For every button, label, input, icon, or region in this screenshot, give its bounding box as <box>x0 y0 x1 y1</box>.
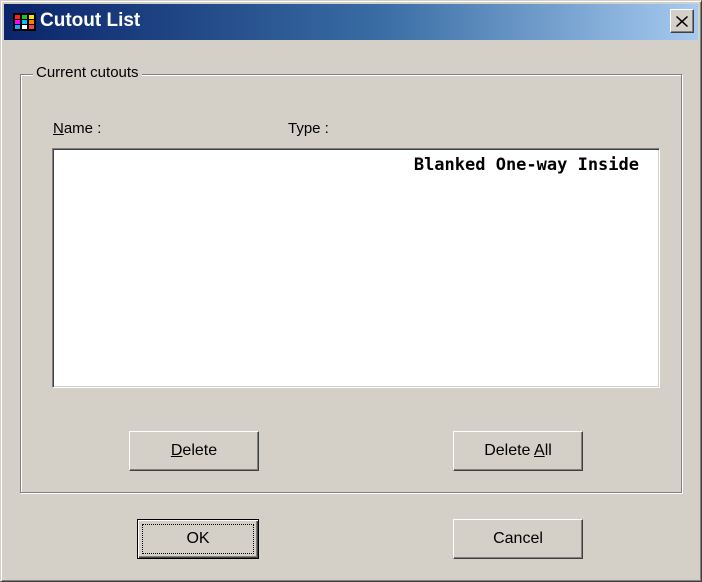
ok-label: OK <box>186 530 210 547</box>
delete-all-mnemonic: A <box>534 442 545 459</box>
cutout-list-dialog: Cutout List Current cutouts Name : Type … <box>0 0 702 582</box>
delete-label: Delete <box>171 442 217 460</box>
delete-label-rest: elete <box>182 442 218 459</box>
delete-all-label: Delete All <box>484 442 552 460</box>
name-label-rest: ame : <box>63 120 102 137</box>
list-item[interactable]: Blanked One-way Inside <box>55 155 657 177</box>
close-icon <box>676 15 688 27</box>
delete-button[interactable]: Delete <box>129 431 259 471</box>
cutout-listbox[interactable]: Blanked One-way Inside <box>52 148 660 388</box>
cancel-button[interactable]: Cancel <box>453 519 583 559</box>
title-bar[interactable]: Cutout List <box>4 4 698 40</box>
column-header-name: Name : <box>53 120 101 137</box>
group-label: Current cutouts <box>33 64 142 81</box>
ok-button[interactable]: OK <box>137 519 259 559</box>
app-grid-icon <box>13 13 36 31</box>
column-header-type: Type : <box>288 120 329 137</box>
close-button[interactable] <box>670 9 694 33</box>
cutout-type: Blanked One-way Inside <box>413 155 639 175</box>
name-mnemonic: N <box>53 120 64 137</box>
delete-mnemonic: D <box>170 442 183 459</box>
window-title: Cutout List <box>40 10 141 31</box>
delete-all-rest: ll <box>544 442 552 459</box>
delete-all-prefix: Delete <box>484 442 535 459</box>
cancel-label: Cancel <box>493 530 543 547</box>
delete-all-button[interactable]: Delete All <box>453 431 583 471</box>
